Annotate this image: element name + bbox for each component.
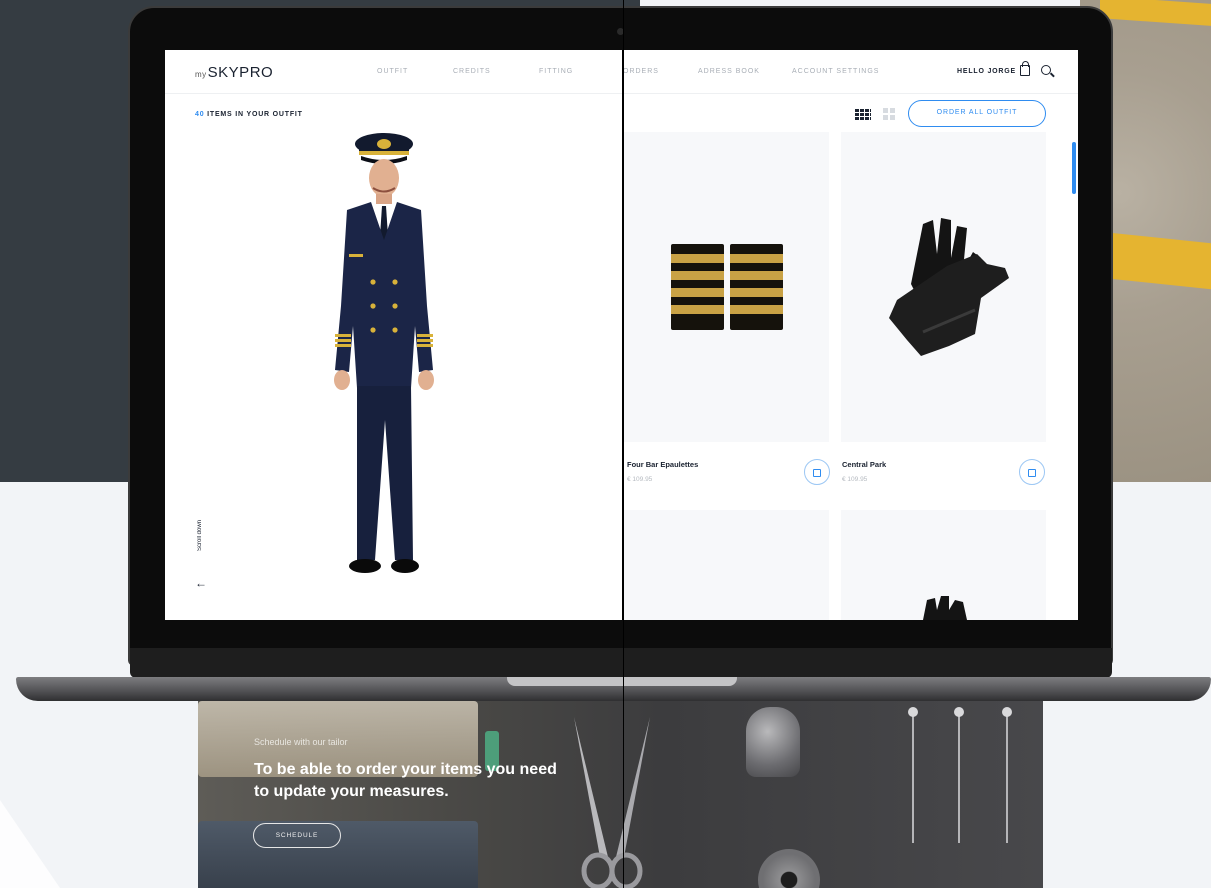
- laptop-notch: [507, 677, 737, 686]
- product-card[interactable]: [841, 132, 1046, 442]
- pin-image: [1002, 707, 1012, 843]
- shopping-bag-icon: [813, 469, 821, 477]
- laptop-chin: [130, 648, 1112, 678]
- crop-line: [623, 0, 624, 888]
- search-icon[interactable]: [1041, 65, 1051, 75]
- outfit-count-number: 40: [195, 111, 205, 118]
- product-card[interactable]: [623, 132, 829, 442]
- outfit-count-label: ITEMS IN YOUR OUTFIT: [207, 111, 303, 118]
- product-name[interactable]: Four Bar Epaulettes: [627, 460, 698, 469]
- nav-item-credits[interactable]: CREDITS: [453, 68, 491, 75]
- brand-prefix: my: [195, 70, 207, 79]
- add-to-bag-button[interactable]: [804, 459, 830, 485]
- leather-gloves-image: [889, 218, 1009, 356]
- nav-item-orders[interactable]: ORDERS: [623, 68, 659, 75]
- shopping-bag-icon: [1028, 469, 1036, 477]
- background-triangle: [0, 800, 60, 888]
- brand-logo[interactable]: mySKYPRO: [195, 64, 273, 81]
- pin-image: [954, 707, 964, 843]
- user-greeting[interactable]: HELLO JORGE: [957, 68, 1016, 75]
- bobbin-image: [758, 849, 820, 888]
- leather-gloves-image: [923, 596, 967, 620]
- nav-item-outfit[interactable]: OUTFIT: [377, 68, 408, 75]
- brand-name: SKYPRO: [207, 64, 274, 81]
- grid-view-icon[interactable]: [855, 108, 871, 120]
- nav-item-account-settings[interactable]: ACCOUNT SETTINGS: [792, 68, 879, 75]
- schedule-button[interactable]: SCHEDULE: [253, 823, 341, 848]
- epaulettes-image: [671, 244, 783, 330]
- product-price: € 109.95: [627, 476, 653, 483]
- large-grid-view-icon[interactable]: [883, 108, 895, 120]
- scrollbar-thumb[interactable]: [1072, 142, 1076, 194]
- pilot-uniform-image: [334, 133, 434, 573]
- order-all-outfit-button[interactable]: ORDER ALL OUTFIT: [908, 100, 1046, 127]
- arrow-left-icon: ←: [195, 576, 207, 590]
- tailor-eyebrow: Schedule with our tailor: [254, 737, 348, 747]
- product-name[interactable]: Central Park: [842, 460, 886, 469]
- add-to-bag-button[interactable]: [1019, 459, 1045, 485]
- product-card[interactable]: [841, 510, 1046, 620]
- outfit-count: 40 ITEMS IN YOUR OUTFIT: [195, 111, 303, 118]
- pin-image: [908, 707, 918, 843]
- shopping-bag-icon[interactable]: [1020, 61, 1030, 76]
- scissors-image: [574, 717, 650, 888]
- product-card[interactable]: [623, 510, 829, 620]
- tailor-message: To be able to order your items you need …: [254, 761, 557, 800]
- product-price: € 109.95: [842, 476, 868, 483]
- nav-item-fitting[interactable]: FITTING: [539, 68, 573, 75]
- scroll-down-hint[interactable]: Scroll down ←: [191, 520, 211, 590]
- thimble-image: [746, 707, 800, 777]
- nav-item-adress-book[interactable]: ADRESS BOOK: [698, 68, 760, 75]
- scroll-down-label: Scroll down: [197, 520, 203, 552]
- tailor-banner: Schedule with our tailor To be able to o…: [198, 701, 1043, 888]
- app-screen: mySKYPRO OUTFIT CREDITS FITTING ORDERS A…: [165, 50, 1078, 620]
